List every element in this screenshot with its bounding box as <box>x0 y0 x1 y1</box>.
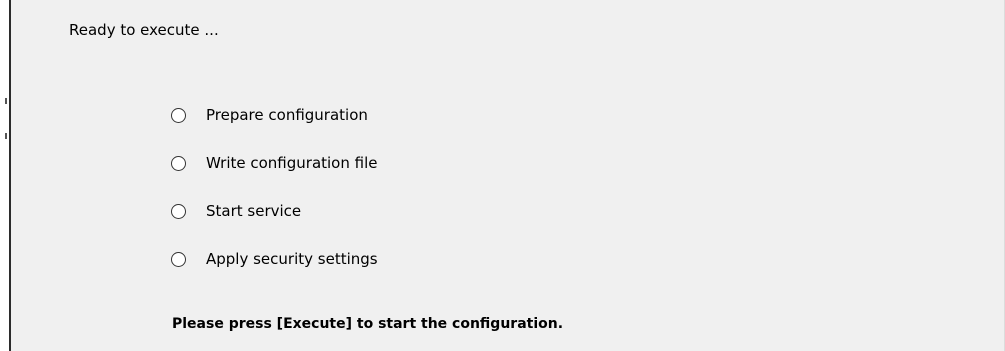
step-label: Start service <box>206 202 302 220</box>
radio-circle-icon <box>171 107 186 123</box>
step-write-configuration-file: Write configuration file <box>171 153 378 173</box>
status-heading: Ready to execute ... <box>69 21 219 39</box>
edge-marker <box>5 133 7 139</box>
step-label: Apply security settings <box>206 250 378 268</box>
window-edge <box>0 0 9 351</box>
radio-circle-icon <box>171 155 186 171</box>
step-apply-security-settings: Apply security settings <box>171 249 378 269</box>
radio-circle-icon <box>171 203 186 219</box>
radio-circle-icon <box>171 251 186 267</box>
execute-instruction: Please press [Execute] to start the conf… <box>172 316 564 332</box>
configuration-panel: Ready to execute ... Prepare configurati… <box>11 0 1005 351</box>
step-start-service: Start service <box>171 201 378 221</box>
execution-steps: Prepare configuration Write configuratio… <box>171 105 378 297</box>
step-label: Write configuration file <box>206 154 378 172</box>
step-label: Prepare configuration <box>206 106 368 124</box>
edge-marker <box>5 98 7 104</box>
step-prepare-configuration: Prepare configuration <box>171 105 378 125</box>
